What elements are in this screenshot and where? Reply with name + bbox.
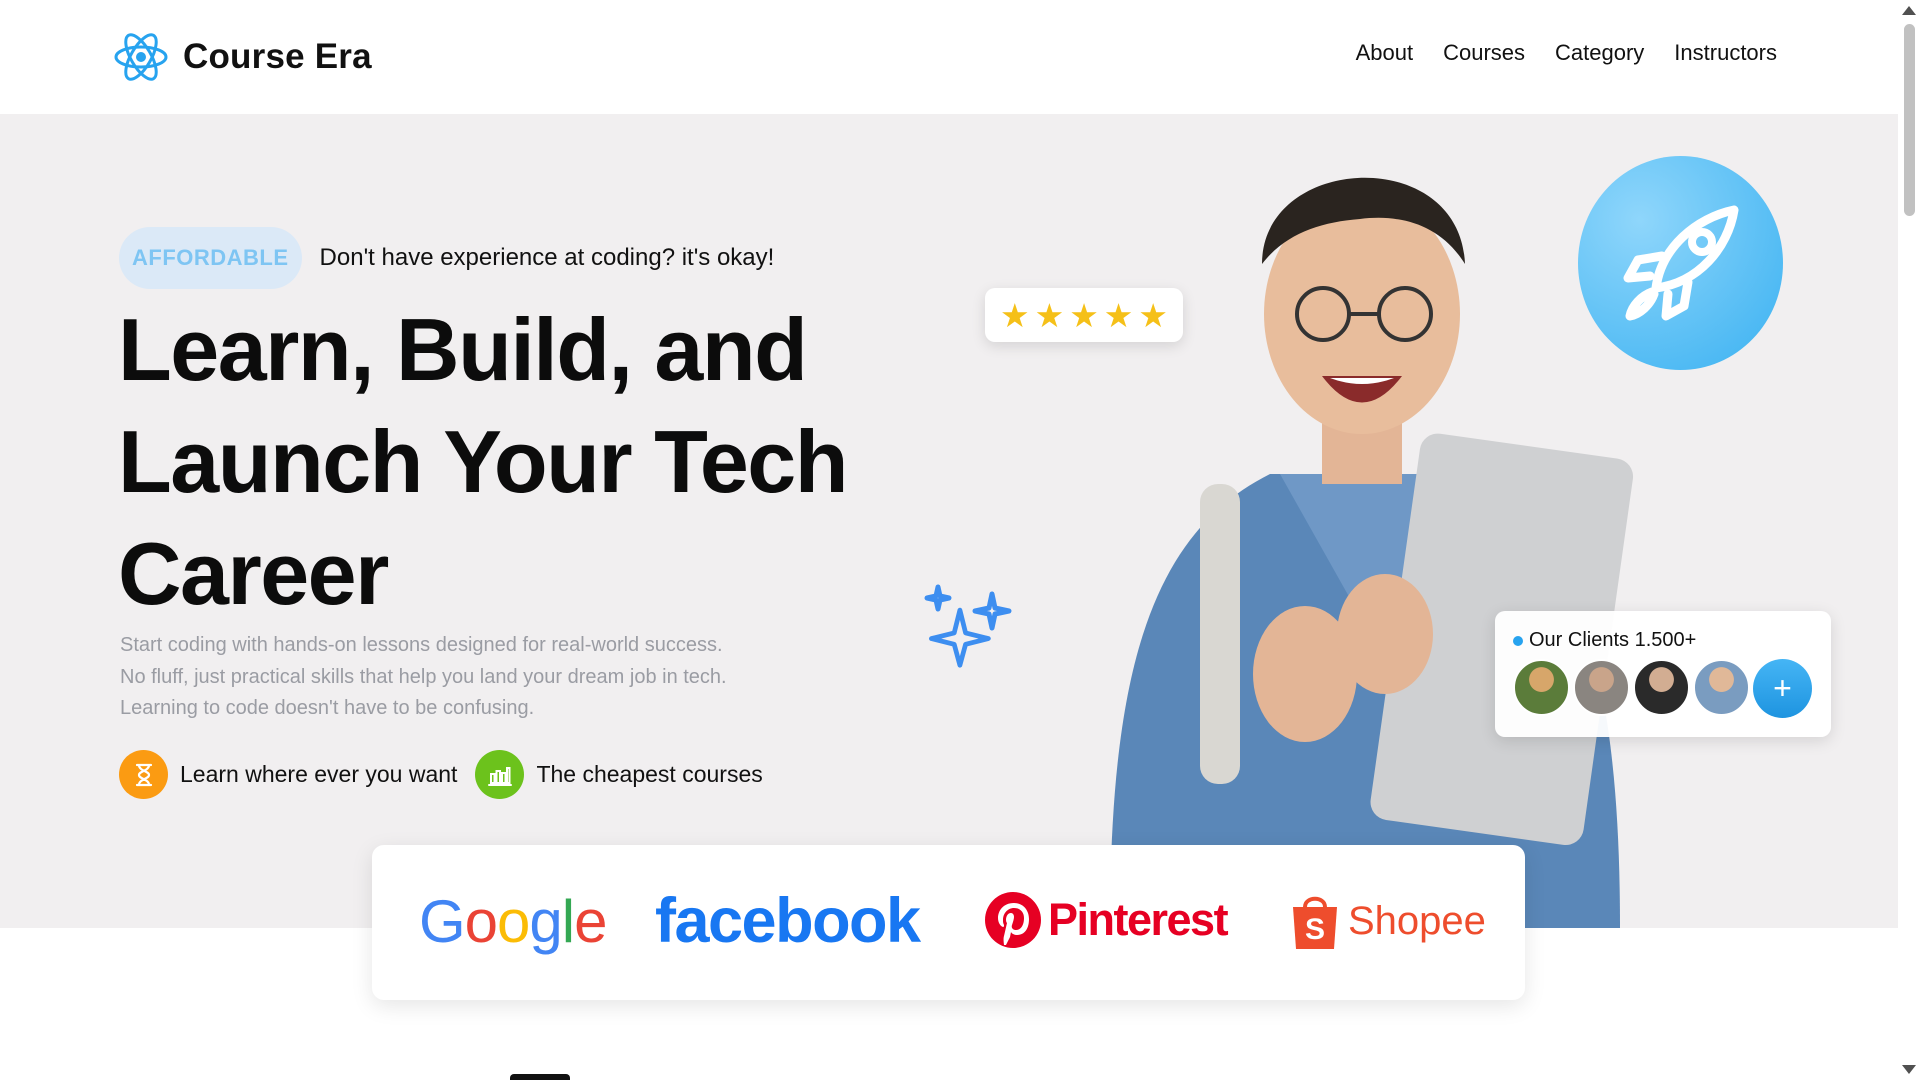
clients-heading: Our Clients 1.500+ (1513, 629, 1696, 652)
badge-row: AFFORDABLE Don't have experience at codi… (119, 227, 774, 289)
badge-tagline: Don't have experience at coding? it's ok… (319, 244, 775, 271)
svg-text:S: S (1305, 913, 1325, 946)
brand-name: Course Era (183, 37, 372, 76)
feature-item-anywhere: Learn where ever you want (119, 750, 457, 799)
clients-card: Our Clients 1.500+ + (1495, 611, 1831, 737)
nav-link-category[interactable]: Category (1555, 40, 1644, 66)
clients-label: Our Clients 1.500+ (1529, 629, 1697, 651)
google-logo: Google (419, 888, 608, 955)
feature-list: Learn where ever you want The cheapest c… (119, 750, 763, 799)
scroll-up-arrow-icon[interactable] (1902, 6, 1916, 15)
nav-link-courses[interactable]: Courses (1443, 40, 1525, 66)
avatar (1513, 659, 1570, 716)
hero-description-line-1: Start coding with hands-on lessons desig… (120, 634, 723, 656)
star-icon: ★ (1034, 296, 1065, 334)
add-client-button[interactable]: + (1753, 659, 1812, 718)
hourglass-icon (119, 750, 168, 799)
avatar (1633, 659, 1690, 716)
brand-logo-link[interactable]: Course Era (113, 27, 372, 87)
atom-icon (114, 33, 168, 81)
feature-label-anywhere: Learn where ever you want (180, 761, 458, 787)
status-dot (1513, 635, 1523, 646)
hero-description: Start coding with hands-on lessons desig… (120, 630, 840, 725)
page-scrollbar[interactable] (1898, 0, 1920, 1080)
hero-description-line-3: Learning to code doesn't have to be conf… (120, 697, 535, 719)
scroll-thumb[interactable] (1904, 24, 1915, 216)
star-icon: ★ (1103, 296, 1134, 334)
star-icon: ★ (1000, 296, 1030, 334)
shopee-wordmark: Shopee (1348, 898, 1486, 943)
top-navbar: Course Era About Courses Category Instru… (0, 0, 1898, 114)
hero-description-line-2: No fluff, just practical skills that hel… (120, 665, 727, 688)
hero-title-line-2: Launch Your Tech (118, 412, 848, 511)
facebook-logo: facebook (655, 886, 921, 956)
feature-label-cheapest: The cheapest courses (536, 761, 763, 787)
avatar (1693, 659, 1750, 716)
client-avatars: + (1513, 659, 1812, 718)
pinterest-icon (985, 892, 1041, 948)
hero-section: AFFORDABLE Don't have experience at codi… (0, 114, 1898, 928)
next-section-peek (510, 1074, 570, 1080)
bar-chart-icon (475, 750, 525, 799)
star-icon: ★ (1138, 296, 1168, 334)
avatar (1573, 659, 1630, 716)
pinterest-logo: Pinterest (984, 891, 1229, 949)
shopee-logo: S Shopee (1290, 891, 1486, 951)
rocket-badge (1578, 156, 1783, 370)
rocket-icon (1623, 205, 1738, 321)
hero-title: Learn, Build, and Launch Your Tech Caree… (118, 294, 898, 630)
star-icon: ★ (1069, 296, 1099, 334)
nav-link-about[interactable]: About (1356, 40, 1414, 66)
partner-brands: Google facebook Pinterest S Shopee (372, 845, 1525, 1000)
shopping-bag-icon: S (1293, 896, 1337, 949)
hero-title-line-3: Career (118, 524, 389, 623)
main-nav: About Courses Category Instructors (1356, 40, 1777, 66)
sparkles-icon (924, 584, 1012, 668)
pinterest-wordmark: Pinterest (1048, 894, 1229, 945)
nav-link-instructors[interactable]: Instructors (1674, 40, 1777, 66)
rating-card: ★ ★ ★ ★ ★ (985, 288, 1183, 342)
hero-title-line-1: Learn, Build, and (118, 300, 808, 399)
feature-item-cheapest: The cheapest courses (475, 750, 763, 799)
affordable-badge: AFFORDABLE (119, 227, 302, 289)
scroll-down-arrow-icon[interactable] (1902, 1065, 1916, 1074)
plus-icon: + (1773, 670, 1792, 706)
